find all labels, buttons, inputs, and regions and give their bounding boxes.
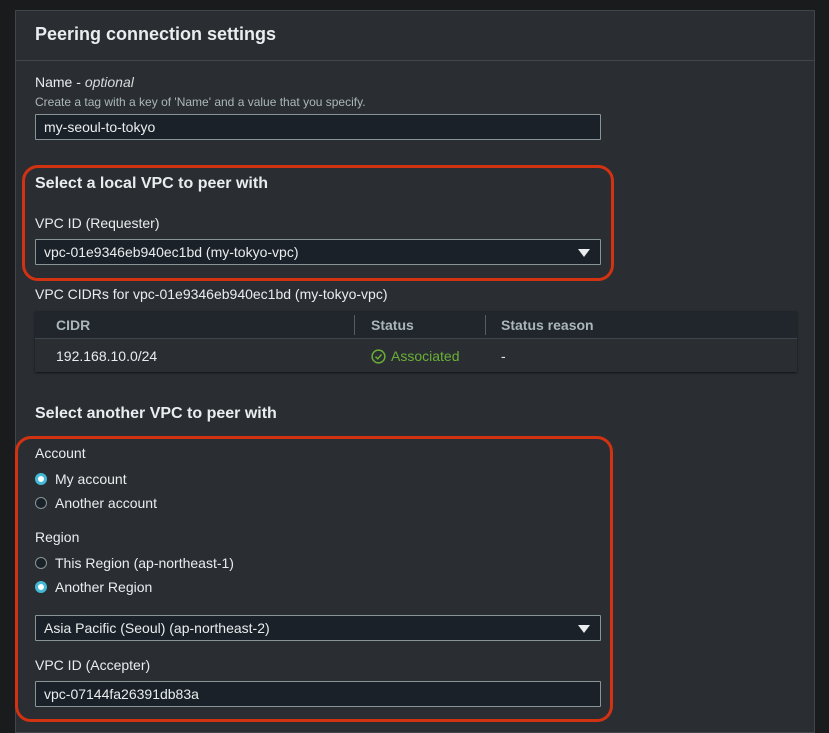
requester-vpc-value: vpc-01e9346eb940ec1bd (my-tokyo-vpc) (44, 244, 299, 260)
column-divider (354, 315, 355, 335)
radio-label: My account (55, 471, 127, 487)
optional-tag: optional (84, 74, 134, 90)
status-reason-cell: - (501, 348, 506, 364)
status-cell: Associated (371, 348, 459, 364)
radio-label: Another Region (55, 579, 153, 595)
radio-label: This Region (ap-northeast-1) (55, 555, 234, 571)
column-header-status: Status (371, 317, 414, 333)
column-divider (485, 315, 486, 335)
name-input[interactable]: my-seoul-to-tokyo (35, 114, 601, 140)
name-hint: Create a tag with a key of 'Name' and a … (35, 95, 366, 109)
radio-this-region[interactable]: This Region (ap-northeast-1) (35, 555, 234, 571)
cidr-table: CIDR Status Status reason 192.168.10.0/2… (35, 311, 797, 372)
radio-button-checked[interactable] (35, 473, 47, 485)
region-select-value: Asia Pacific (Seoul) (ap-northeast-2) (44, 620, 270, 636)
region-select[interactable]: Asia Pacific (Seoul) (ap-northeast-2) (35, 615, 601, 641)
panel-title: Peering connection settings (35, 24, 277, 44)
column-header-status-reason: Status reason (501, 317, 594, 333)
requester-vpc-select[interactable]: vpc-01e9346eb940ec1bd (my-tokyo-vpc) (35, 239, 601, 265)
accepter-vpc-input[interactable]: vpc-07144fa26391db83a (35, 681, 601, 707)
region-label: Region (35, 529, 80, 545)
accepter-vpc-label: VPC ID (Accepter) (35, 657, 151, 673)
caret-down-icon (578, 249, 590, 257)
column-header-cidr: CIDR (56, 317, 91, 333)
name-input-value: my-seoul-to-tokyo (44, 119, 156, 135)
radio-button[interactable] (35, 497, 47, 509)
cidr-table-header: CIDR Status Status reason (35, 311, 797, 339)
accepter-vpc-value: vpc-07144fa26391db83a (44, 686, 199, 702)
radio-another-account[interactable]: Another account (35, 495, 157, 511)
caret-down-icon (578, 625, 590, 633)
radio-another-region[interactable]: Another Region (35, 579, 152, 595)
check-circle-icon (371, 348, 386, 364)
radio-label: Another account (55, 495, 157, 511)
radio-button-checked[interactable] (35, 581, 47, 593)
requester-vpc-label: VPC ID (Requester) (35, 215, 160, 231)
peering-settings-panel: Peering connection settings Name - optio… (15, 10, 815, 733)
another-vpc-section-title: Select another VPC to peer with (35, 405, 277, 422)
name-label-separator: - (72, 74, 85, 90)
cidr-table-caption: VPC CIDRs for vpc-01e9346eb940ec1bd (my-… (35, 286, 388, 302)
name-label-text: Name (35, 74, 73, 90)
name-label: Name - optional (35, 74, 134, 90)
panel-header: Peering connection settings (16, 11, 814, 61)
local-vpc-section-title: Select a local VPC to peer with (35, 175, 268, 192)
radio-button[interactable] (35, 557, 47, 569)
account-label: Account (35, 445, 86, 461)
status-text: Associated (391, 348, 460, 364)
cidr-cell: 192.168.10.0/24 (56, 348, 158, 364)
radio-my-account[interactable]: My account (35, 471, 127, 487)
